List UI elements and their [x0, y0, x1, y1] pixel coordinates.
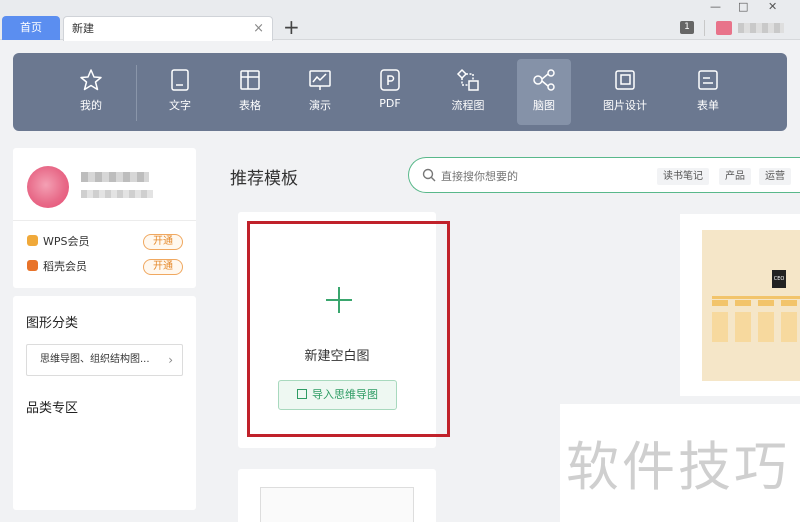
daoke-open-button[interactable]: 开通 [143, 259, 183, 275]
tab-home[interactable]: 首页 [2, 16, 60, 40]
pdf-icon [380, 69, 400, 91]
category-panel: 图形分类 思维导图、组织结构图... › 品类专区 [13, 296, 196, 510]
toolbar-divider [136, 65, 137, 121]
notification-badge[interactable]: 1 [680, 21, 694, 34]
toolbar-item-text[interactable]: 文字 [155, 59, 205, 125]
toolbar-item-pdf[interactable]: PDF [365, 59, 415, 125]
chevron-right-icon: › [168, 353, 173, 367]
star-icon [80, 69, 102, 91]
toolbar-label: 图片设计 [603, 99, 647, 112]
org-node [758, 312, 774, 342]
wps-open-button[interactable]: 开通 [143, 234, 183, 250]
category-title: 图形分类 [26, 316, 79, 331]
daoke-member-icon [27, 260, 38, 271]
toolbar-label: PDF [379, 97, 401, 110]
toolbar-item-form[interactable]: 表单 [683, 59, 733, 125]
toolbar-item-presentation[interactable]: 演示 [295, 59, 345, 125]
toolbar-label: 演示 [309, 99, 331, 112]
toolbar-label: 脑图 [533, 99, 555, 112]
document-icon [171, 69, 189, 91]
form-icon [698, 70, 718, 90]
org-connector [712, 296, 800, 299]
search-box[interactable]: 读书笔记 产品 运营 [408, 157, 800, 193]
profile-card: WPS会员 开通 稻壳会员 开通 [13, 148, 196, 288]
username-blurred[interactable] [738, 23, 784, 33]
org-node [712, 300, 728, 306]
mindmap-icon [533, 69, 555, 91]
toolbar-label: 表格 [239, 99, 261, 112]
toolbar-item-mine[interactable]: 我的 [65, 59, 117, 125]
org-node [781, 300, 797, 306]
toolbar-label: 表单 [697, 99, 719, 112]
org-node [781, 312, 797, 342]
daoke-member-label: 稻壳会员 [43, 260, 87, 273]
toolbar-item-flowchart[interactable]: 流程图 [440, 59, 496, 125]
search-tag[interactable]: 读书笔记 [657, 168, 709, 185]
category-section-title: 品类专区 [26, 401, 79, 416]
wps-member-label: WPS会员 [43, 235, 90, 248]
minimize-icon[interactable]: — [710, 0, 721, 13]
org-node [758, 300, 774, 306]
search-tag[interactable]: 运营 [759, 168, 791, 185]
page-title: 推荐模板 [230, 169, 298, 189]
maximize-icon[interactable]: □ [738, 0, 748, 13]
toolbar-label: 我的 [80, 99, 102, 112]
tab-close-icon[interactable]: × [253, 17, 264, 41]
divider [704, 20, 705, 36]
wps-member-row: WPS会员 [27, 234, 90, 250]
toolbar-label: 文字 [169, 99, 191, 112]
org-node [735, 300, 751, 306]
window-controls: — □ ✕ [680, 0, 800, 16]
search-tag[interactable]: 产品 [719, 168, 751, 185]
avatar[interactable] [27, 166, 69, 208]
flowchart-icon [456, 68, 479, 91]
search-icon [422, 168, 436, 182]
image-design-icon [615, 70, 635, 90]
avatar[interactable] [716, 21, 732, 35]
close-window-icon[interactable]: ✕ [768, 0, 777, 13]
watermark-text: 软件技巧 [566, 437, 790, 498]
divider [13, 220, 196, 221]
daoke-member-row: 稻壳会员 [27, 259, 87, 275]
tab-new[interactable]: 新建 × [63, 16, 273, 41]
presentation-icon [309, 70, 331, 90]
title-bar: 首页 新建 × + — □ ✕ 1 [0, 0, 800, 41]
app-toolbar: 我的 文字 表格 演示 PDF 流程图 脑图 图片设计 表单 [13, 53, 787, 131]
toolbar-item-mindmap[interactable]: 脑图 [517, 59, 571, 125]
wps-member-icon [27, 235, 38, 246]
template-card[interactable] [238, 469, 436, 522]
template-thumbnail [260, 487, 414, 522]
table-icon [240, 70, 260, 90]
toolbar-label: 流程图 [451, 99, 485, 112]
toolbar-item-image-design[interactable]: 图片设计 [597, 59, 653, 125]
user-info-blurred [81, 190, 153, 198]
toolbar-item-spreadsheet[interactable]: 表格 [225, 59, 275, 125]
username-blurred [81, 172, 149, 182]
org-node [712, 312, 728, 342]
org-root-node: CEO [772, 270, 786, 288]
highlight-box [247, 221, 450, 437]
category-select-value: 思维导图、组织结构图... [40, 354, 150, 365]
search-input[interactable] [441, 167, 641, 185]
org-node [735, 312, 751, 342]
add-tab-button[interactable]: + [283, 15, 300, 39]
category-select[interactable]: 思维导图、组织结构图... › [26, 344, 183, 376]
tab-new-label: 新建 [72, 22, 94, 35]
